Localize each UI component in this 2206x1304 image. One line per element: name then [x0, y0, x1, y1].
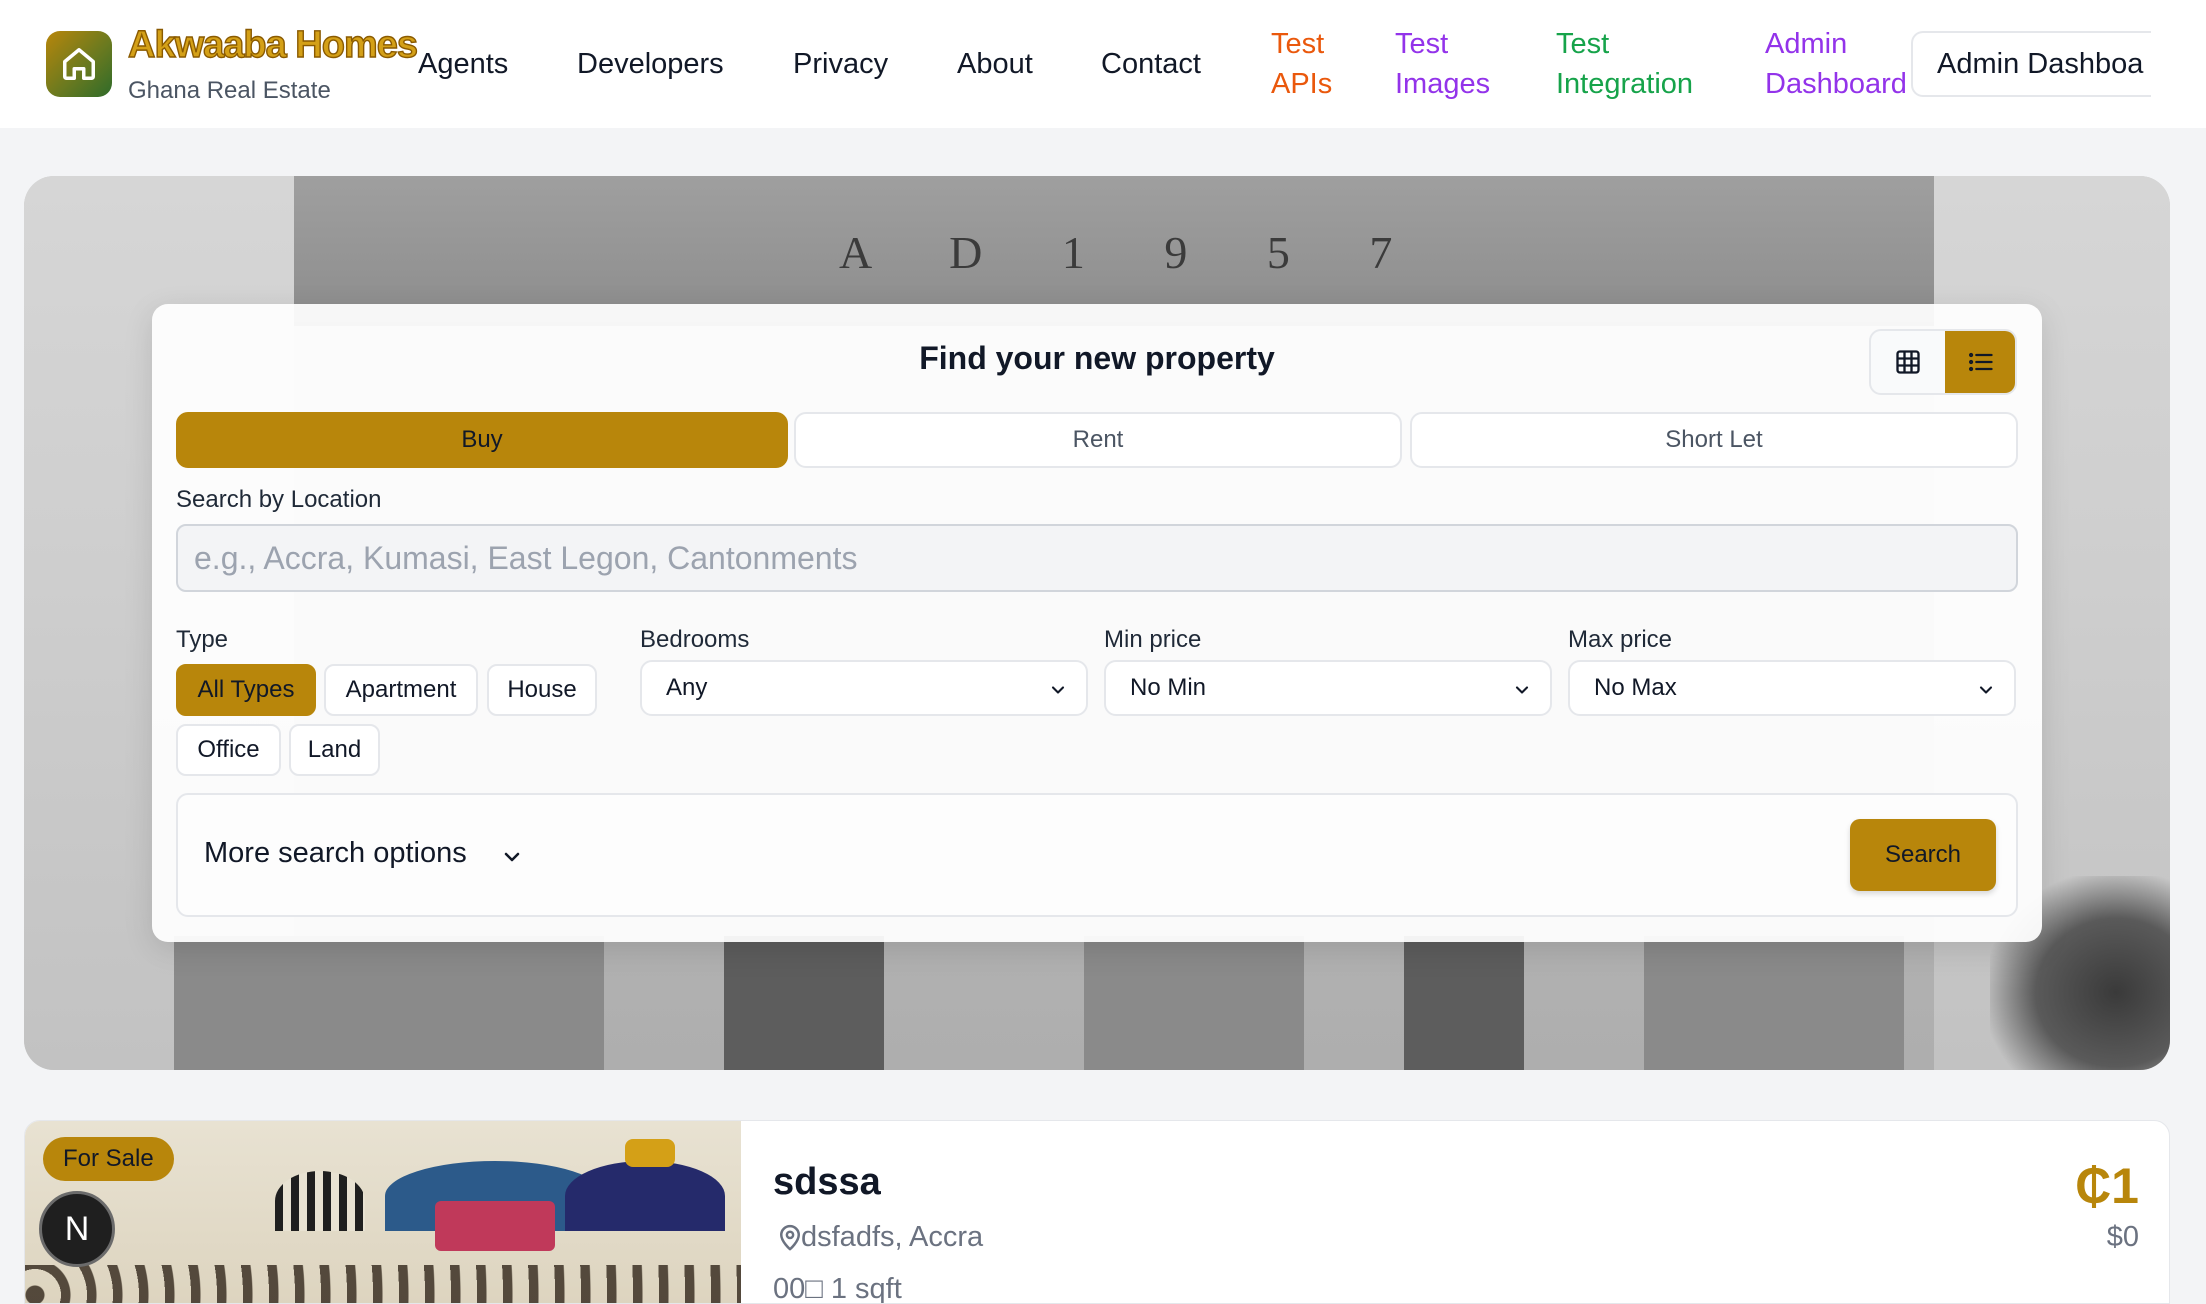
- tab-short-let[interactable]: Short Let: [1410, 412, 2018, 468]
- umbrella-illustration: [435, 1201, 555, 1251]
- search-card: Find your new property Buy Rent Short Le…: [152, 304, 2042, 942]
- nav-about[interactable]: About: [957, 44, 1033, 84]
- search-button[interactable]: Search: [1850, 819, 1996, 891]
- property-title[interactable]: sdssa: [773, 1161, 881, 1204]
- property-price: ₵1: [2075, 1158, 2139, 1214]
- umbrella-illustration: [565, 1161, 725, 1231]
- min-price-label: Min price: [1104, 626, 1202, 653]
- property-meta: 00□ 1 sqft: [773, 1273, 902, 1304]
- more-search-options-toggle[interactable]: More search options: [204, 837, 467, 870]
- type-chip-office[interactable]: Office: [176, 724, 281, 776]
- crowd-illustration: [25, 1265, 741, 1303]
- type-chip-all-types[interactable]: All Types: [176, 664, 316, 716]
- min-price-value: No Min: [1130, 674, 1207, 701]
- grid-icon: [1896, 350, 1920, 374]
- list-icon: [1968, 352, 1993, 372]
- max-price-value: No Max: [1594, 674, 1677, 701]
- chevron-down-icon: [1051, 686, 1065, 694]
- location-search-input[interactable]: [176, 524, 2018, 592]
- type-chip-land[interactable]: Land: [289, 724, 380, 776]
- property-price-usd: $0: [2106, 1221, 2139, 1253]
- nav-test-images[interactable]: Test Images: [1395, 24, 1505, 104]
- max-price-select[interactable]: No Max: [1568, 660, 2016, 716]
- monument-inscription: A D 1 9 5 7: [839, 227, 1427, 278]
- chevron-down-icon: [1515, 686, 1529, 694]
- nav-admin-dashboard[interactable]: Admin Dashboard: [1765, 24, 1915, 104]
- property-card[interactable]: For Sale N sdssa dsfadfs, Accra 00□ 1 sq…: [24, 1120, 2170, 1304]
- nav-privacy[interactable]: Privacy: [793, 44, 888, 84]
- home-icon: [63, 48, 95, 80]
- monument-pillar: [1404, 936, 1524, 1070]
- bedrooms-select[interactable]: Any: [640, 660, 1088, 716]
- status-badge: For Sale: [43, 1137, 174, 1181]
- chevron-down-icon[interactable]: [500, 845, 524, 869]
- chevron-down-icon: [1979, 686, 1993, 694]
- umbrella-illustration: [625, 1139, 675, 1167]
- nav-test-integration[interactable]: Test Integration: [1556, 24, 1716, 104]
- view-toggle: [1869, 329, 2017, 395]
- hero-banner: A D 1 9 5 7 Find your new property Buy R…: [24, 176, 2170, 1070]
- type-chip-house[interactable]: House: [487, 664, 597, 716]
- more-options-panel: More search options Search: [176, 793, 2018, 917]
- max-price-label: Max price: [1568, 626, 1673, 653]
- nav-developers[interactable]: Developers: [577, 44, 724, 84]
- monument-pillar: [174, 936, 604, 1070]
- type-chip-apartment[interactable]: Apartment: [324, 664, 478, 716]
- bedrooms-value: Any: [666, 674, 708, 701]
- monument-pillar: [1084, 936, 1304, 1070]
- type-label: Type: [176, 626, 229, 653]
- nav-agents[interactable]: Agents: [418, 44, 508, 84]
- admin-dashboard-button[interactable]: Admin Dashboa: [1911, 31, 2151, 97]
- tab-rent[interactable]: Rent: [794, 412, 1402, 468]
- min-price-select[interactable]: No Min: [1104, 660, 1552, 716]
- logo[interactable]: [46, 31, 112, 97]
- monument-pillar: [1644, 936, 1904, 1070]
- property-location: dsfadfs, Accra: [801, 1221, 984, 1253]
- property-image[interactable]: For Sale N: [25, 1121, 741, 1303]
- brand-subtitle: Ghana Real Estate: [128, 77, 331, 104]
- umbrella-illustration: [275, 1171, 365, 1231]
- monument-pillar: [724, 936, 884, 1070]
- location-label: Search by Location: [176, 486, 382, 513]
- nav-contact[interactable]: Contact: [1101, 44, 1201, 84]
- list-view-button[interactable]: [1945, 331, 2015, 393]
- top-navbar: Akwaaba Homes Ghana Real Estate Agents D…: [0, 0, 2206, 128]
- avatar[interactable]: N: [39, 1191, 115, 1267]
- grid-view-button[interactable]: [1871, 331, 1945, 393]
- nav-test-apis[interactable]: Test APIs: [1271, 24, 1351, 104]
- bedrooms-label: Bedrooms: [640, 626, 750, 653]
- search-title: Find your new property: [919, 340, 1275, 376]
- brand-name[interactable]: Akwaaba Homes: [127, 23, 418, 67]
- tab-buy[interactable]: Buy: [176, 412, 788, 468]
